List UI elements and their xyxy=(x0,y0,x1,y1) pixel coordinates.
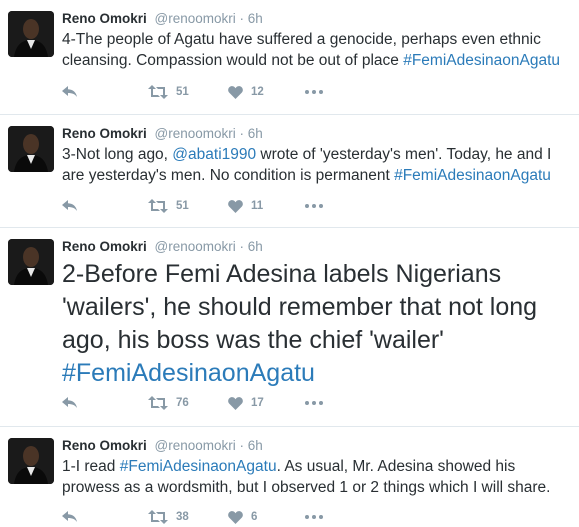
tweet-text-segment: 1-I read xyxy=(62,458,120,475)
retweet-icon xyxy=(148,85,168,99)
reply-button[interactable] xyxy=(62,393,78,413)
retweet-count: 76 xyxy=(176,397,189,409)
tweet[interactable]: Reno Omokri @renoomokri · 6h 1-I read #F… xyxy=(0,427,579,524)
tweet-header: Reno Omokri @renoomokri · 6h xyxy=(62,126,263,142)
separator-dot: · xyxy=(239,239,245,254)
reply-icon xyxy=(62,397,77,408)
like-count: 12 xyxy=(251,86,264,98)
tweet-time[interactable]: 6h xyxy=(248,239,263,254)
hashtag-link[interactable]: #FemiAdesinaonAgatu xyxy=(394,167,551,184)
tweet[interactable]: Reno Omokri @renoomokri · 6h 2-Before Fe… xyxy=(0,228,579,427)
retweet-icon xyxy=(148,199,168,213)
heart-icon xyxy=(228,85,243,99)
reply-icon xyxy=(62,86,77,97)
more-button[interactable] xyxy=(305,82,323,102)
more-dots-icon xyxy=(305,90,323,94)
avatar[interactable] xyxy=(8,11,54,57)
separator-dot: · xyxy=(239,126,245,141)
more-button[interactable] xyxy=(305,393,323,413)
like-button[interactable]: 12 xyxy=(228,82,264,102)
tweet-time[interactable]: 6h xyxy=(248,438,263,453)
separator-dot: · xyxy=(239,11,245,26)
reply-icon xyxy=(62,200,77,211)
heart-icon xyxy=(228,199,243,213)
more-dots-icon xyxy=(305,515,323,519)
like-count: 17 xyxy=(251,397,264,409)
reply-button[interactable] xyxy=(62,507,78,527)
avatar[interactable] xyxy=(8,239,54,285)
author-handle[interactable]: @renoomokri xyxy=(155,438,236,453)
reply-icon xyxy=(62,511,77,522)
hashtag-link[interactable]: #FemiAdesinaonAgatu xyxy=(120,458,277,475)
like-button[interactable]: 6 xyxy=(228,507,257,527)
tweet-header: Reno Omokri @renoomokri · 6h xyxy=(62,239,263,255)
avatar[interactable] xyxy=(8,438,54,484)
more-dots-icon xyxy=(305,401,323,405)
heart-icon xyxy=(228,510,243,524)
separator-dot: · xyxy=(239,438,245,453)
retweet-count: 51 xyxy=(176,200,189,212)
more-button[interactable] xyxy=(305,196,323,216)
retweet-icon xyxy=(148,510,168,524)
reply-button[interactable] xyxy=(62,82,78,102)
retweet-button[interactable]: 51 xyxy=(148,196,189,216)
tweet-text: 2-Before Femi Adesina labels Nigerians '… xyxy=(62,258,572,390)
author-handle[interactable]: @renoomokri xyxy=(155,239,236,254)
avatar-image xyxy=(8,438,54,484)
avatar-image xyxy=(8,126,54,172)
reply-button[interactable] xyxy=(62,196,78,216)
like-button[interactable]: 11 xyxy=(228,196,263,216)
author-name[interactable]: Reno Omokri xyxy=(62,239,147,254)
tweet-feed: Reno Omokri @renoomokri · 6h 4-The peopl… xyxy=(0,0,579,524)
more-button[interactable] xyxy=(305,507,323,527)
like-count: 6 xyxy=(251,511,258,523)
retweet-button[interactable]: 51 xyxy=(148,82,189,102)
avatar-image xyxy=(8,11,54,57)
mention-link[interactable]: @abati1990 xyxy=(172,146,256,163)
avatar-image xyxy=(8,239,54,285)
author-name[interactable]: Reno Omokri xyxy=(62,126,147,141)
tweet-time[interactable]: 6h xyxy=(248,11,263,26)
tweet-time[interactable]: 6h xyxy=(248,126,263,141)
retweet-count: 38 xyxy=(176,511,189,523)
retweet-button[interactable]: 76 xyxy=(148,393,189,413)
author-handle[interactable]: @renoomokri xyxy=(155,126,236,141)
avatar[interactable] xyxy=(8,126,54,172)
tweet-text: 3-Not long ago, @abati1990 wrote of 'yes… xyxy=(62,144,572,186)
tweet[interactable]: Reno Omokri @renoomokri · 6h 4-The peopl… xyxy=(0,0,579,115)
tweet-text-segment: 2-Before Femi Adesina labels Nigerians '… xyxy=(62,260,538,354)
tweet-text: 4-The people of Agatu have suffered a ge… xyxy=(62,29,572,71)
author-handle[interactable]: @renoomokri xyxy=(155,11,236,26)
like-button[interactable]: 17 xyxy=(228,393,264,413)
retweet-count: 51 xyxy=(176,86,189,98)
author-name[interactable]: Reno Omokri xyxy=(62,438,147,453)
retweet-button[interactable]: 38 xyxy=(148,507,189,527)
hashtag-link[interactable]: #FemiAdesinaonAgatu xyxy=(403,52,560,69)
like-count: 11 xyxy=(251,200,264,212)
tweet-header: Reno Omokri @renoomokri · 6h xyxy=(62,11,263,27)
tweet-text: 1-I read #FemiAdesinaonAgatu. As usual, … xyxy=(62,456,572,498)
retweet-icon xyxy=(148,396,168,410)
heart-icon xyxy=(228,396,243,410)
more-dots-icon xyxy=(305,204,323,208)
tweet-header: Reno Omokri @renoomokri · 6h xyxy=(62,438,263,454)
hashtag-link[interactable]: #FemiAdesinaonAgatu xyxy=(62,359,315,387)
author-name[interactable]: Reno Omokri xyxy=(62,11,147,26)
tweet[interactable]: Reno Omokri @renoomokri · 6h 3-Not long … xyxy=(0,115,579,228)
tweet-text-segment: 3-Not long ago, xyxy=(62,146,173,163)
